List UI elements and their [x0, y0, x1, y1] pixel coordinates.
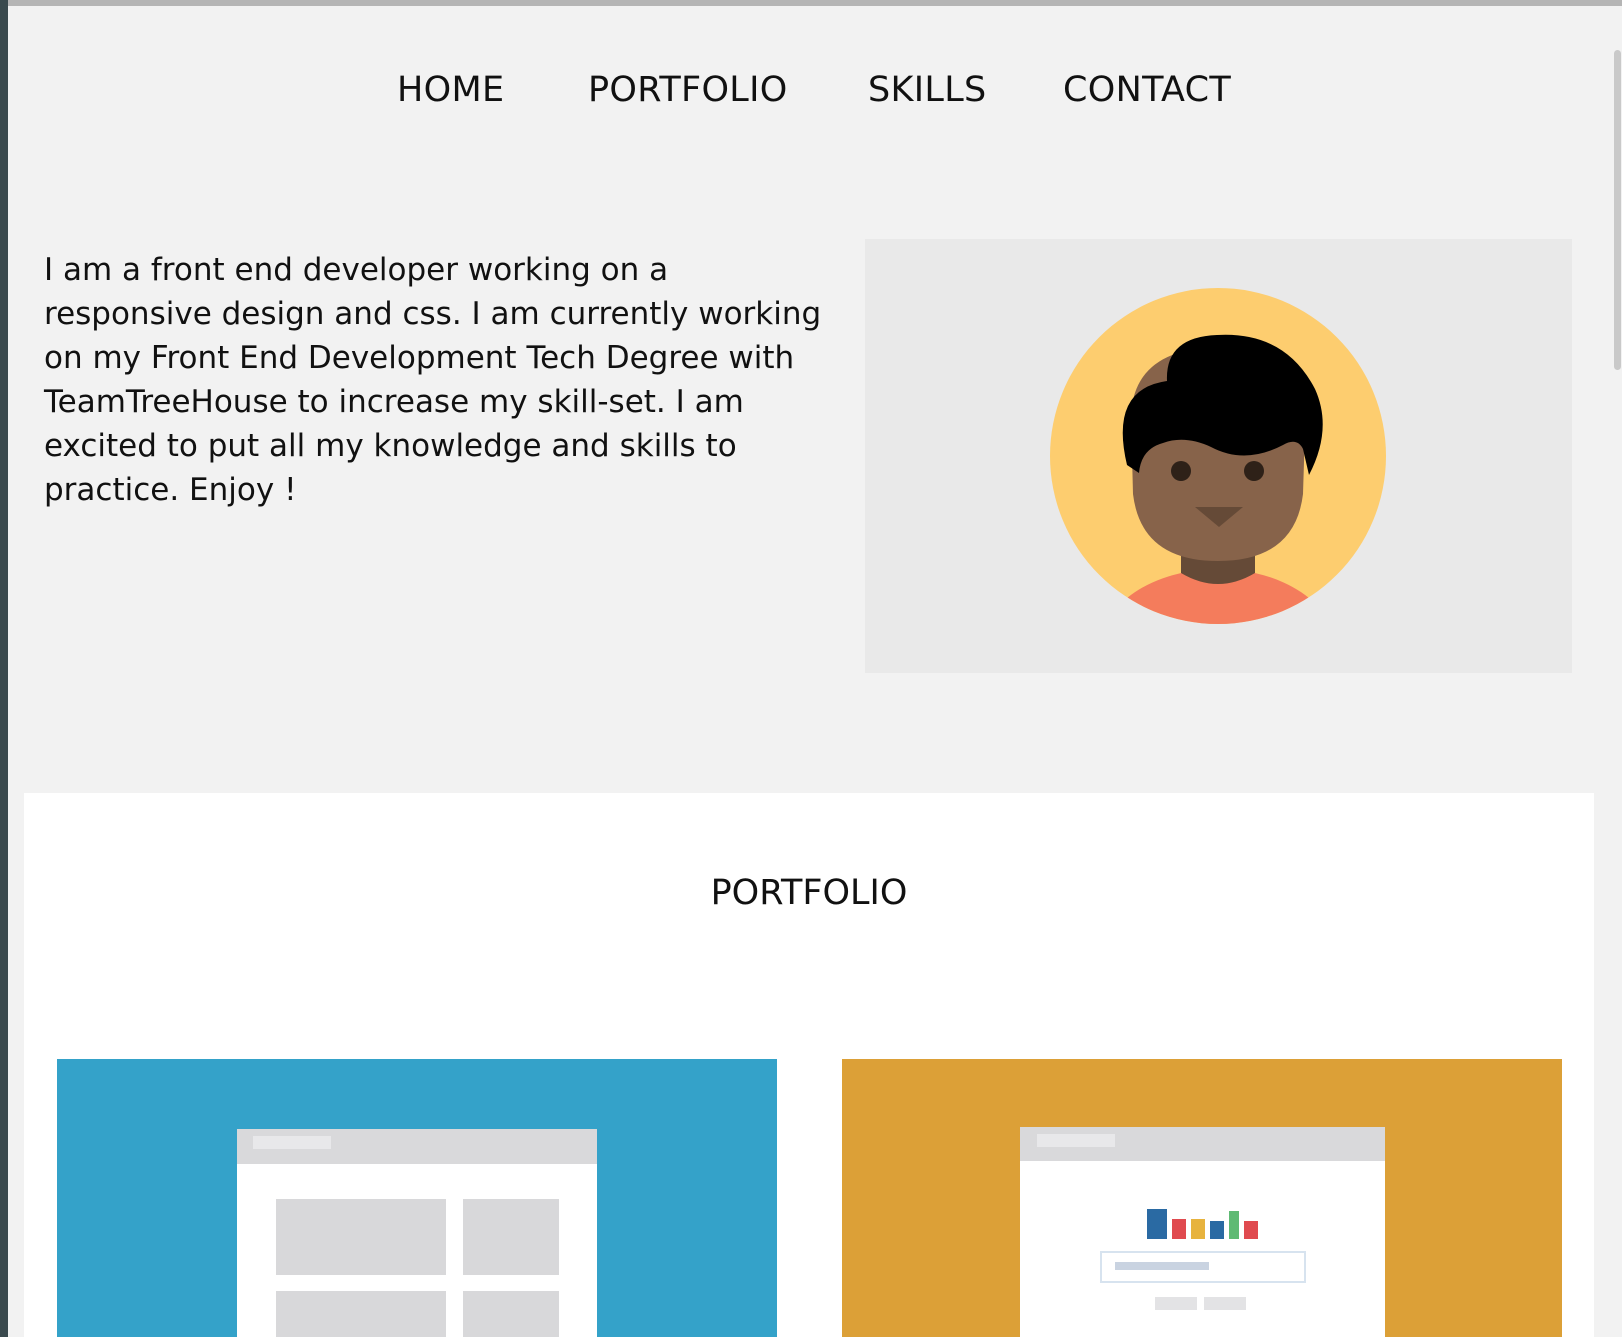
nav-link-home[interactable]: HOME: [397, 70, 504, 110]
avatar-right-eye: [1244, 461, 1264, 481]
portfolio-card-1[interactable]: [57, 1059, 777, 1337]
scrollbar[interactable]: [1612, 6, 1622, 1337]
main-nav: HOME PORTFOLIO SKILLS CONTACT: [8, 70, 1622, 120]
window-top-edge: [8, 0, 1622, 6]
portfolio-title: PORTFOLIO: [710, 873, 908, 913]
nav-link-skills[interactable]: SKILLS: [868, 70, 987, 110]
intro-text: I am a front end developer working on a …: [44, 252, 822, 508]
chart-mockup-illustration: [1020, 1127, 1385, 1337]
avatar-left-eye: [1171, 461, 1191, 481]
avatar-illustration: [1050, 288, 1386, 624]
nav-link-contact[interactable]: CONTACT: [1063, 70, 1231, 110]
browser-window: HOME PORTFOLIO SKILLS CONTACT I am a fro…: [8, 0, 1622, 1337]
portfolio-card-2[interactable]: [842, 1059, 1562, 1337]
profile-image: [865, 239, 1572, 673]
portfolio-section: PORTFOLIO: [24, 793, 1594, 1337]
layout-mockup-illustration: [237, 1129, 597, 1337]
nav-link-portfolio[interactable]: PORTFOLIO: [588, 70, 788, 110]
